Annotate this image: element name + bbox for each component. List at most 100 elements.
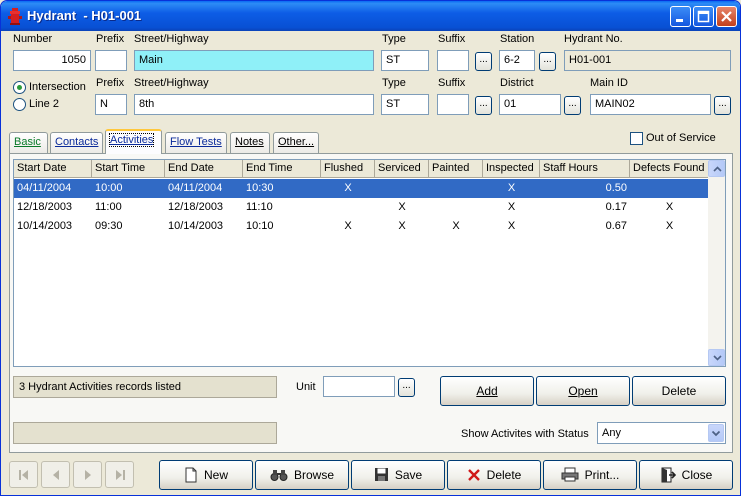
main-id-lookup-button[interactable]: ... <box>714 96 731 115</box>
cell-end-date: 12/18/2003 <box>168 201 224 213</box>
unit-field[interactable] <box>323 376 395 397</box>
out-of-service-label[interactable]: Out of Service <box>646 132 716 144</box>
prefix-label: Prefix <box>96 33 125 45</box>
browse-button[interactable]: Browse <box>255 460 349 490</box>
cell-start-date: 10/14/2003 <box>17 220 73 232</box>
number-field[interactable]: 1050 <box>13 50 91 71</box>
next-record-button[interactable] <box>73 461 102 488</box>
col-inspected[interactable]: Inspected <box>483 160 540 178</box>
cell-inspected: X <box>507 201 516 213</box>
suffix-lookup-button[interactable]: ... <box>475 52 492 71</box>
main-id-label: Main ID <box>590 77 628 89</box>
intersection-radio[interactable] <box>13 81 26 94</box>
window-title: Hydrant - H01-001 <box>27 8 142 23</box>
scroll-down-button[interactable] <box>708 349 725 366</box>
cell-start-date: 12/18/2003 <box>17 201 73 213</box>
district-lookup-button[interactable]: ... <box>564 96 581 115</box>
close-window-button[interactable] <box>716 6 737 27</box>
col-end-date[interactable]: End Date <box>165 160 243 178</box>
col-end-time[interactable]: End Time <box>243 160 321 178</box>
cell-serviced: X <box>398 201 406 213</box>
col-flushed[interactable]: Flushed <box>321 160 375 178</box>
title-bar[interactable]: Hydrant - H01-001 <box>1 1 740 31</box>
status-filter-value: Any <box>602 427 621 439</box>
grid-vertical-scrollbar[interactable] <box>708 160 725 366</box>
type2-field[interactable]: ST <box>381 94 429 115</box>
tab-basic[interactable]: Basic <box>9 132 48 153</box>
hydrant-icon <box>8 8 22 25</box>
col-painted[interactable]: Painted <box>429 160 483 178</box>
station-label: Station <box>500 33 535 45</box>
scroll-up-button[interactable] <box>708 160 725 177</box>
street2-field[interactable]: 8th <box>134 94 374 115</box>
station-lookup-button[interactable]: ... <box>539 52 556 71</box>
chevron-up-icon <box>713 166 722 172</box>
save-button[interactable]: Save <box>351 460 445 490</box>
intersection-label[interactable]: Intersection <box>29 81 86 93</box>
activities-grid[interactable]: Start Date Start Time End Date End Time … <box>13 159 726 367</box>
add-button[interactable]: Add <box>440 376 534 406</box>
street-label: Street/Highway <box>134 33 209 45</box>
col-start-time[interactable]: Start Time <box>92 160 165 178</box>
hydrant-window: Hydrant - H01-001 Number Prefix Street/H… <box>0 0 741 496</box>
tab-notes[interactable]: Notes <box>230 132 270 153</box>
previous-record-button[interactable] <box>41 461 70 488</box>
red-x-icon <box>467 468 480 481</box>
col-start-date[interactable]: Start Date <box>14 160 92 178</box>
district-field[interactable]: 01 <box>499 94 561 115</box>
delete-button[interactable]: Delete <box>447 460 541 490</box>
col-defects-found[interactable]: Defects Found <box>630 160 709 178</box>
close-icon <box>721 11 732 22</box>
floppy-disk-icon <box>374 468 388 482</box>
unit-label: Unit <box>296 381 316 393</box>
cell-end-time: 10:30 <box>246 182 274 194</box>
chevron-down-icon <box>713 355 722 361</box>
next-record-icon <box>85 470 91 480</box>
prefix-field[interactable] <box>95 50 127 71</box>
first-record-button[interactable] <box>9 461 38 488</box>
suffix2-field[interactable] <box>437 94 469 115</box>
status-filter-select[interactable]: Any <box>597 422 726 444</box>
type-field[interactable]: ST <box>381 50 429 71</box>
last-record-button[interactable] <box>105 461 134 488</box>
cell-serviced: X <box>398 220 406 232</box>
line2-radio[interactable] <box>13 98 26 111</box>
street2-label: Street/Highway <box>134 77 209 89</box>
tab-contacts[interactable]: Contacts <box>50 132 103 153</box>
col-serviced[interactable]: Serviced <box>375 160 429 178</box>
print-button[interactable]: Print... <box>543 460 637 490</box>
open-button[interactable]: Open <box>536 376 630 406</box>
tab-activities[interactable]: Activities <box>105 129 162 154</box>
cell-start-time: 10:00 <box>95 182 123 194</box>
new-button[interactable]: New <box>159 460 253 490</box>
tab-flow-tests[interactable]: Flow Tests <box>165 132 227 153</box>
suffix-label: Suffix <box>438 33 466 45</box>
minimize-button[interactable] <box>670 6 691 27</box>
last-record-icon <box>116 470 125 480</box>
suffix-field[interactable] <box>437 50 469 71</box>
maximize-icon <box>697 10 710 23</box>
suffix2-lookup-button[interactable]: ... <box>475 96 492 115</box>
line2-label[interactable]: Line 2 <box>29 98 59 110</box>
delete-activity-button[interactable]: Delete <box>632 376 726 406</box>
main-id-field[interactable]: MAIN02 <box>590 94 711 115</box>
prefix2-field[interactable]: N <box>95 94 127 115</box>
maximize-button[interactable] <box>693 6 714 27</box>
type-label: Type <box>382 33 406 45</box>
table-row[interactable]: 04/11/2004 10:00 04/11/2004 10:30 X X 0.… <box>14 179 709 198</box>
status-filter-dropdown[interactable] <box>708 424 724 442</box>
cell-flushed: X <box>344 220 352 232</box>
status-filter-label: Show Activites with Status <box>461 428 589 440</box>
out-of-service-checkbox[interactable] <box>630 132 643 145</box>
close-button[interactable]: Close <box>639 460 733 490</box>
table-row[interactable]: 10/14/2003 09:30 10/14/2003 10:10 X X X … <box>14 217 709 236</box>
street-field[interactable]: Main <box>134 50 374 71</box>
col-staff-hours[interactable]: Staff Hours <box>540 160 630 178</box>
unit-lookup-button[interactable]: ... <box>398 378 415 397</box>
tab-other[interactable]: Other... <box>273 132 319 153</box>
station-field[interactable]: 6-2 <box>499 50 535 71</box>
table-row[interactable]: 12/18/2003 11:00 12/18/2003 11:10 X X 0.… <box>14 198 709 217</box>
secondary-status <box>13 422 277 444</box>
cell-start-time: 11:00 <box>95 201 122 213</box>
cell-end-time: 11:10 <box>246 201 273 213</box>
